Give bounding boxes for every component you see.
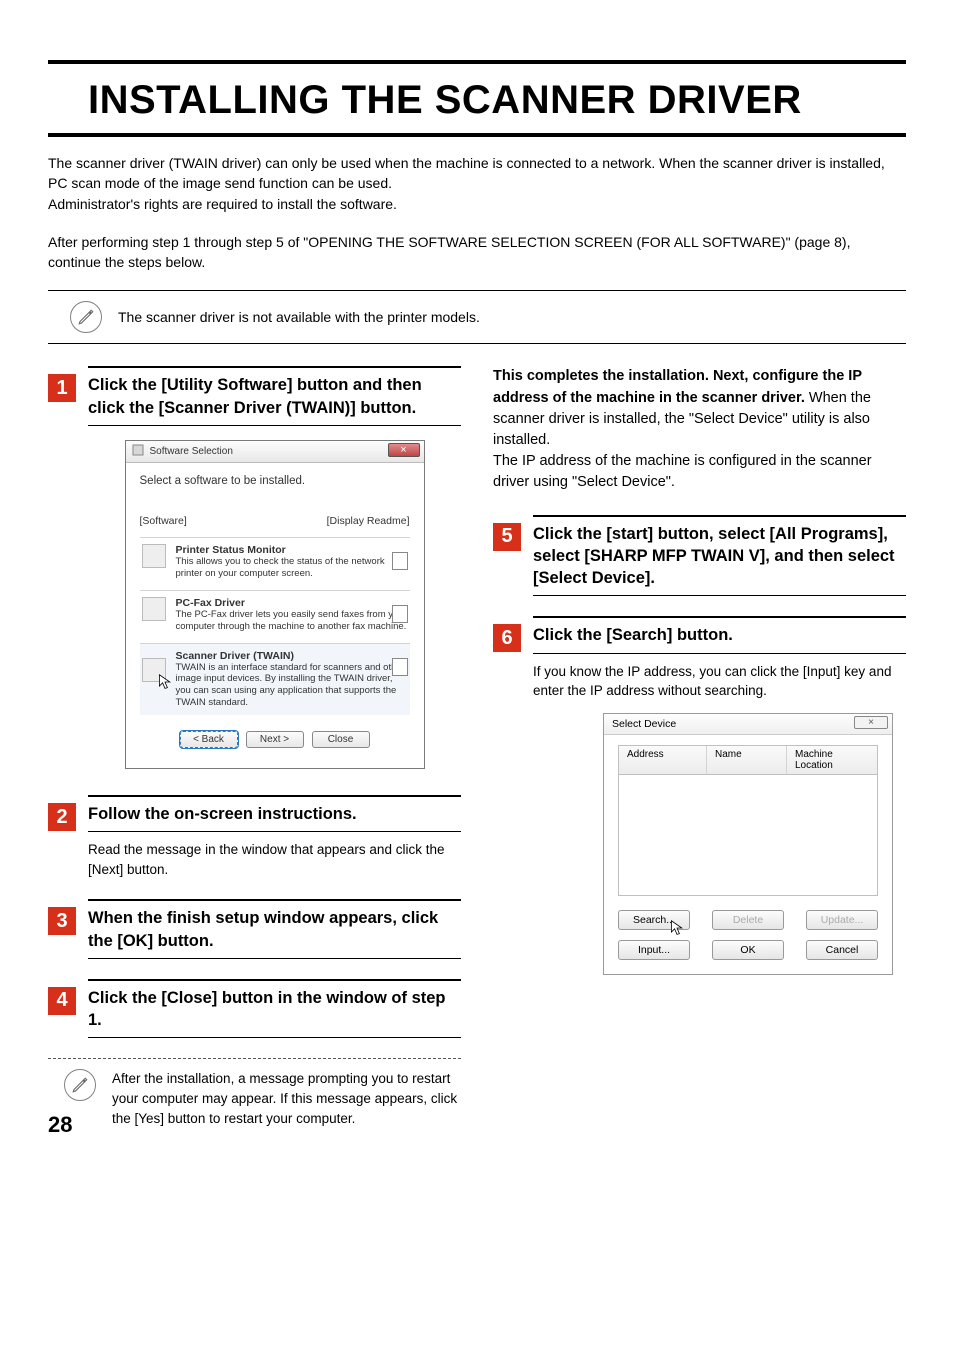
software-item-title: PC-Fax Driver	[176, 597, 408, 609]
software-item-desc: The PC-Fax driver lets you easily send f…	[176, 609, 408, 633]
readme-icon[interactable]	[392, 552, 408, 570]
step-5-heading: Click the [start] button, select [All Pr…	[533, 523, 906, 590]
device-table: Address Name Machine Location	[618, 745, 878, 896]
step-2-number: 2	[48, 803, 76, 831]
col-address[interactable]: Address	[619, 746, 707, 774]
pencil-note-icon	[70, 301, 102, 333]
monitor-icon	[142, 544, 166, 568]
software-item-title: Printer Status Monitor	[176, 544, 408, 556]
close-icon[interactable]: ×	[388, 443, 420, 457]
window-title: Software Selection	[150, 446, 233, 457]
software-item-desc: TWAIN is an interface standard for scann…	[176, 662, 408, 710]
step-2-heading: Follow the on-screen instructions.	[88, 803, 461, 825]
fax-icon	[142, 597, 166, 621]
intro-p2: Administrator's rights are required to i…	[48, 194, 906, 214]
step-rule	[88, 425, 461, 426]
close-button[interactable]: Close	[312, 731, 370, 748]
restart-tip-text: After the installation, a message prompt…	[112, 1069, 461, 1128]
header-rule-bottom	[48, 133, 906, 137]
close-icon[interactable]: ×	[854, 716, 888, 729]
step-2: 2 Follow the on-screen instructions. Rea…	[48, 795, 461, 879]
completion-p2: The IP address of the machine is configu…	[493, 453, 872, 490]
step-5: 5 Click the [start] button, select [All …	[493, 515, 906, 597]
restart-tip: After the installation, a message prompt…	[64, 1069, 461, 1128]
step-3-heading: When the finish setup window appears, cl…	[88, 907, 461, 952]
intro-p3: After performing step 1 through step 5 o…	[48, 232, 906, 273]
top-note-box: The scanner driver is not available with…	[48, 290, 906, 344]
top-note-text: The scanner driver is not available with…	[118, 309, 480, 325]
step-5-number: 5	[493, 523, 521, 551]
step-1-number: 1	[48, 374, 76, 402]
step-rule	[88, 366, 461, 368]
delete-button[interactable]: Delete	[712, 910, 784, 930]
step-4: 4 Click the [Close] button in the window…	[48, 979, 461, 1039]
software-item-title: Scanner Driver (TWAIN)	[176, 650, 408, 662]
page-title: INSTALLING THE SCANNER DRIVER	[88, 78, 906, 123]
page-number: 28	[48, 1112, 72, 1138]
step-6-sub: If you know the IP address, you can clic…	[533, 662, 906, 701]
ok-button[interactable]: OK	[712, 940, 784, 960]
step-6-heading: Click the [Search] button.	[533, 624, 906, 646]
window-title: Select Device	[612, 718, 676, 730]
pencil-note-icon	[64, 1069, 96, 1101]
readme-icon[interactable]	[392, 605, 408, 623]
software-item-pcfax[interactable]: PC-Fax Driver The PC-Fax driver lets you…	[140, 590, 410, 639]
device-table-body[interactable]	[619, 775, 877, 895]
update-button[interactable]: Update...	[806, 910, 878, 930]
step-rule	[533, 653, 906, 654]
window-titlebar: Select Device ×	[604, 714, 892, 735]
step-6: 6 Click the [Search] button. If you know…	[493, 616, 906, 974]
step-4-heading: Click the [Close] button in the window o…	[88, 987, 461, 1032]
step-1-heading: Click the [Utility Software] button and …	[88, 374, 461, 419]
step-3-number: 3	[48, 907, 76, 935]
next-button[interactable]: Next >	[246, 731, 304, 748]
step-1: 1 Click the [Utility Software] button an…	[48, 366, 461, 775]
intro-block: The scanner driver (TWAIN driver) can on…	[48, 153, 906, 272]
step-rule	[88, 958, 461, 959]
col-location[interactable]: Machine Location	[787, 746, 877, 774]
step-rule	[533, 616, 906, 618]
intro-p1: The scanner driver (TWAIN driver) can on…	[48, 153, 906, 194]
software-item-printer-status[interactable]: Printer Status Monitor This allows you t…	[140, 537, 410, 586]
col-name[interactable]: Name	[707, 746, 787, 774]
completion-bold: This completes the installation. Next, c…	[493, 368, 862, 405]
step-2-sub: Read the message in the window that appe…	[88, 840, 461, 879]
step-rule	[533, 515, 906, 517]
step-rule	[88, 899, 461, 901]
software-select-heading: Select a software to be installed.	[140, 475, 410, 487]
completion-block: This completes the installation. Next, c…	[493, 366, 906, 492]
software-column-label: [Software]	[140, 515, 187, 527]
cancel-button[interactable]: Cancel	[806, 940, 878, 960]
software-item-twain[interactable]: Scanner Driver (TWAIN) TWAIN is an inter…	[140, 643, 410, 716]
step-6-number: 6	[493, 624, 521, 652]
window-titlebar: Software Selection ×	[126, 441, 424, 463]
software-selection-window: Software Selection × Select a software t…	[125, 440, 425, 769]
input-button[interactable]: Input...	[618, 940, 690, 960]
back-button[interactable]: < Back	[180, 731, 238, 748]
readme-column-label: [Display Readme]	[327, 515, 410, 527]
step-rule	[88, 831, 461, 832]
step-3: 3 When the finish setup window appears, …	[48, 899, 461, 959]
header-rule-top	[48, 60, 906, 64]
step-rule	[88, 1037, 461, 1038]
step-rule	[88, 795, 461, 797]
step-4-number: 4	[48, 987, 76, 1015]
window-icon	[132, 444, 144, 459]
cursor-icon	[670, 920, 684, 936]
select-device-window: Select Device × Address Name Machine Loc…	[603, 713, 893, 975]
step-rule	[88, 979, 461, 981]
software-item-desc: This allows you to check the status of t…	[176, 556, 408, 580]
step-rule	[533, 595, 906, 596]
dashed-divider	[48, 1058, 461, 1059]
readme-icon[interactable]	[392, 658, 408, 676]
cursor-icon	[158, 674, 172, 690]
